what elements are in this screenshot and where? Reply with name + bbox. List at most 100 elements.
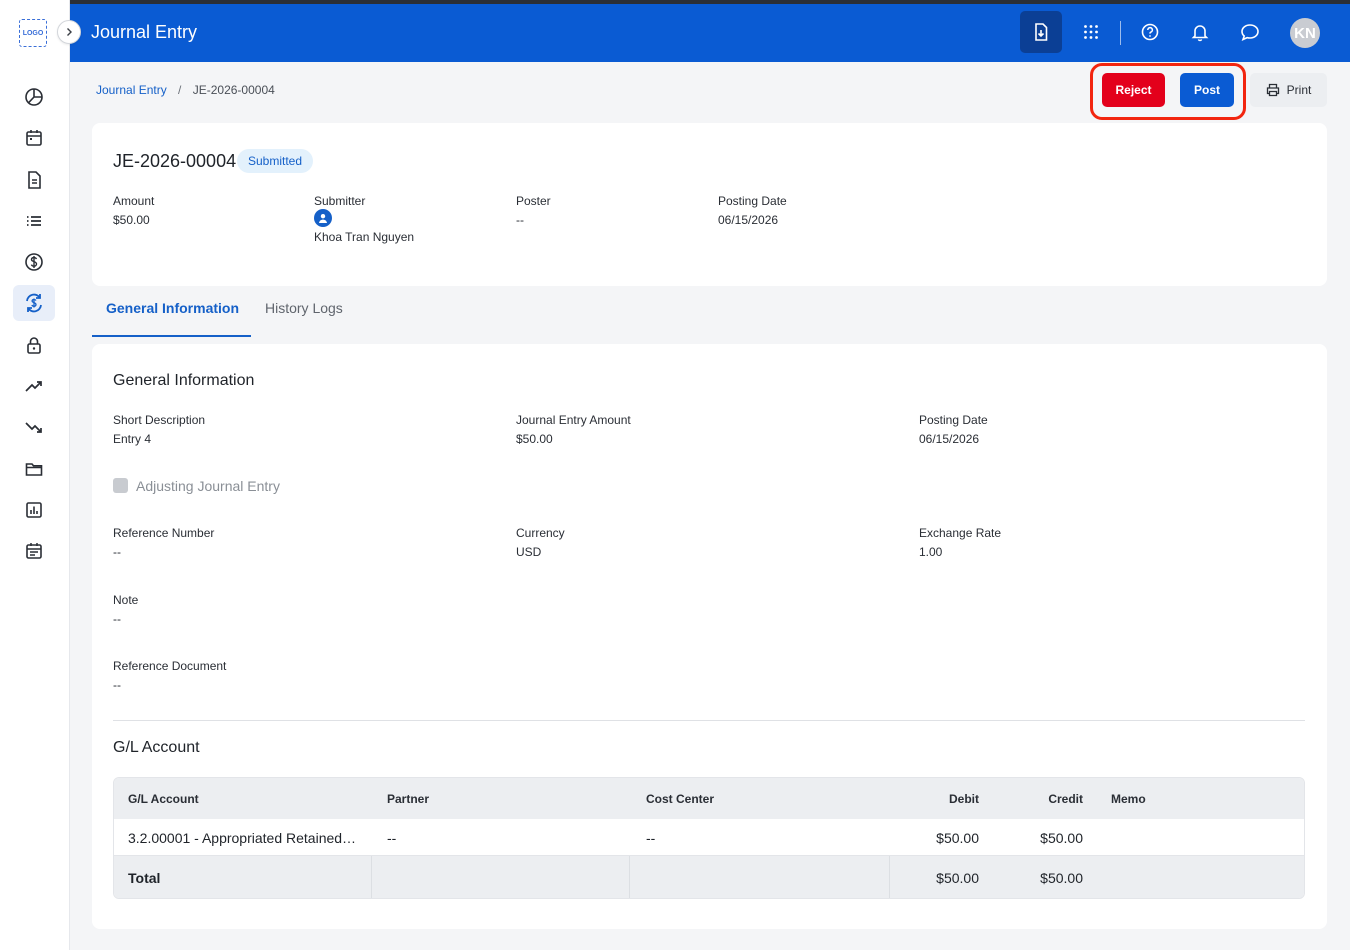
sidebar-expand-button[interactable] <box>57 20 81 44</box>
help-button[interactable] <box>1129 11 1171 53</box>
tab-history-logs[interactable]: History Logs <box>265 300 343 316</box>
exchange-rate-label: Exchange Rate <box>919 526 1002 540</box>
column-header-credit: Credit <box>1048 792 1083 806</box>
sidebar-item-revenue[interactable] <box>13 368 55 404</box>
currency-value: USD <box>516 545 542 559</box>
gl-account-title: G/L Account <box>113 739 200 756</box>
posting-date-value: 06/15/2026 <box>718 213 779 227</box>
sidebar-item-reports[interactable] <box>13 492 55 528</box>
row-gl-account: 3.2.00001 - Appropriated Retained… <box>128 830 357 846</box>
general-posting-date-value: 06/15/2026 <box>919 432 980 446</box>
je-amount-value: $50.00 <box>516 432 553 446</box>
sidebar-item-list[interactable] <box>13 203 55 239</box>
total-credit: $50.00 <box>1040 870 1083 886</box>
apps-button[interactable] <box>1070 11 1112 53</box>
lock-icon <box>27 337 41 354</box>
je-amount-label: Journal Entry Amount <box>516 413 631 427</box>
row-debit: $50.00 <box>936 830 979 846</box>
breadcrumb-parent-link[interactable]: Journal Entry <box>96 83 167 97</box>
short-description-label: Short Description <box>113 413 206 427</box>
chevron-right-icon <box>67 28 72 36</box>
top-bar: Journal Entry KN <box>70 4 1350 62</box>
submitter-avatar <box>314 209 332 227</box>
adjusting-entry-checkbox[interactable] <box>113 478 128 493</box>
currency-label: Currency <box>516 526 565 540</box>
printer-icon <box>1266 83 1279 97</box>
notifications-button[interactable] <box>1179 11 1221 53</box>
general-information-card: General Information Short Description En… <box>92 344 1327 929</box>
column-separator <box>371 856 372 898</box>
calendar-icon <box>26 130 42 146</box>
breadcrumb-separator: / <box>178 83 182 97</box>
section-divider <box>113 720 1305 721</box>
dollar-icon <box>25 253 43 271</box>
apps-grid-icon <box>1084 25 1098 39</box>
sidebar-item-calendar[interactable] <box>13 120 55 156</box>
amount-label: Amount <box>113 194 155 208</box>
general-posting-date-label: Posting Date <box>919 413 988 427</box>
row-cost-center: -- <box>646 830 656 846</box>
column-header-gl-account: G/L Account <box>128 792 199 806</box>
schedule-icon <box>26 543 42 559</box>
reference-document-value: -- <box>113 678 121 692</box>
reject-button[interactable]: Reject <box>1102 73 1165 107</box>
table-total-row: Total $50.00 $50.00 <box>114 856 1304 898</box>
poster-value: -- <box>516 213 524 227</box>
reference-document-label: Reference Document <box>113 659 227 673</box>
user-avatar[interactable]: KN <box>1290 18 1320 48</box>
sidebar-item-security[interactable] <box>13 327 55 363</box>
print-button[interactable]: Print <box>1250 73 1327 107</box>
left-sidebar: LOGO <box>0 0 81 950</box>
help-icon <box>1141 23 1159 41</box>
reference-number-label: Reference Number <box>113 526 215 540</box>
bell-icon <box>1191 25 1209 42</box>
sidebar-item-schedule[interactable] <box>13 533 55 569</box>
column-header-cost-center: Cost Center <box>646 792 715 806</box>
download-doc-icon <box>1035 23 1048 41</box>
amount-value: $50.00 <box>113 213 150 227</box>
row-partner: -- <box>387 830 397 846</box>
column-header-memo: Memo <box>1111 792 1146 806</box>
document-icon <box>28 171 41 189</box>
active-tab-indicator <box>92 335 251 337</box>
report-icon <box>26 502 42 518</box>
column-header-debit: Debit <box>949 792 979 806</box>
column-header-partner: Partner <box>387 792 430 806</box>
sidebar-item-finance[interactable] <box>13 244 55 280</box>
chat-icon <box>1241 24 1259 41</box>
column-separator <box>629 856 630 898</box>
submitter-label: Submitter <box>314 194 366 208</box>
gl-account-table: G/L Account Partner Cost Center Debit Cr… <box>113 777 1305 899</box>
messages-button[interactable] <box>1229 11 1271 53</box>
reference-number-value: -- <box>113 545 121 559</box>
total-debit: $50.00 <box>936 870 979 886</box>
exchange-rate-value: 1.00 <box>919 545 943 559</box>
breadcrumb-current: JE-2026-00004 <box>192 83 275 97</box>
page-header-title: Journal Entry <box>91 22 198 42</box>
download-document-button[interactable] <box>1020 11 1062 53</box>
user-icon <box>319 214 327 223</box>
short-description-value: Entry 4 <box>113 432 152 446</box>
trending-down-icon <box>25 422 42 433</box>
print-button-label: Print <box>1286 83 1312 97</box>
dashboard-icon <box>25 88 43 106</box>
summary-card: JE-2026-00004 Submitted Amount $50.00 Su… <box>92 123 1327 286</box>
app-logo: LOGO <box>19 19 47 47</box>
document-id: JE-2026-00004 <box>113 151 237 171</box>
tab-general-information[interactable]: General Information <box>106 300 239 316</box>
row-credit: $50.00 <box>1040 830 1083 846</box>
list-icon <box>27 216 41 226</box>
sidebar-item-dashboard[interactable] <box>13 79 55 115</box>
sidebar-item-folders[interactable] <box>13 451 55 487</box>
general-information-title: General Information <box>113 372 255 389</box>
sidebar-item-expenses[interactable] <box>13 409 55 445</box>
table-row[interactable]: 3.2.00001 - Appropriated Retained… -- --… <box>114 819 1304 856</box>
posting-date-label: Posting Date <box>718 194 787 208</box>
sidebar-item-documents[interactable] <box>13 162 55 198</box>
post-button[interactable]: Post <box>1180 73 1234 107</box>
sidebar-item-journal-entry[interactable] <box>13 285 55 321</box>
breadcrumb: Journal Entry / JE-2026-00004 <box>96 83 275 97</box>
topbar-divider <box>1120 21 1121 45</box>
submitter-value: Khoa Tran Nguyen <box>314 230 415 244</box>
exchange-icon <box>26 293 42 313</box>
